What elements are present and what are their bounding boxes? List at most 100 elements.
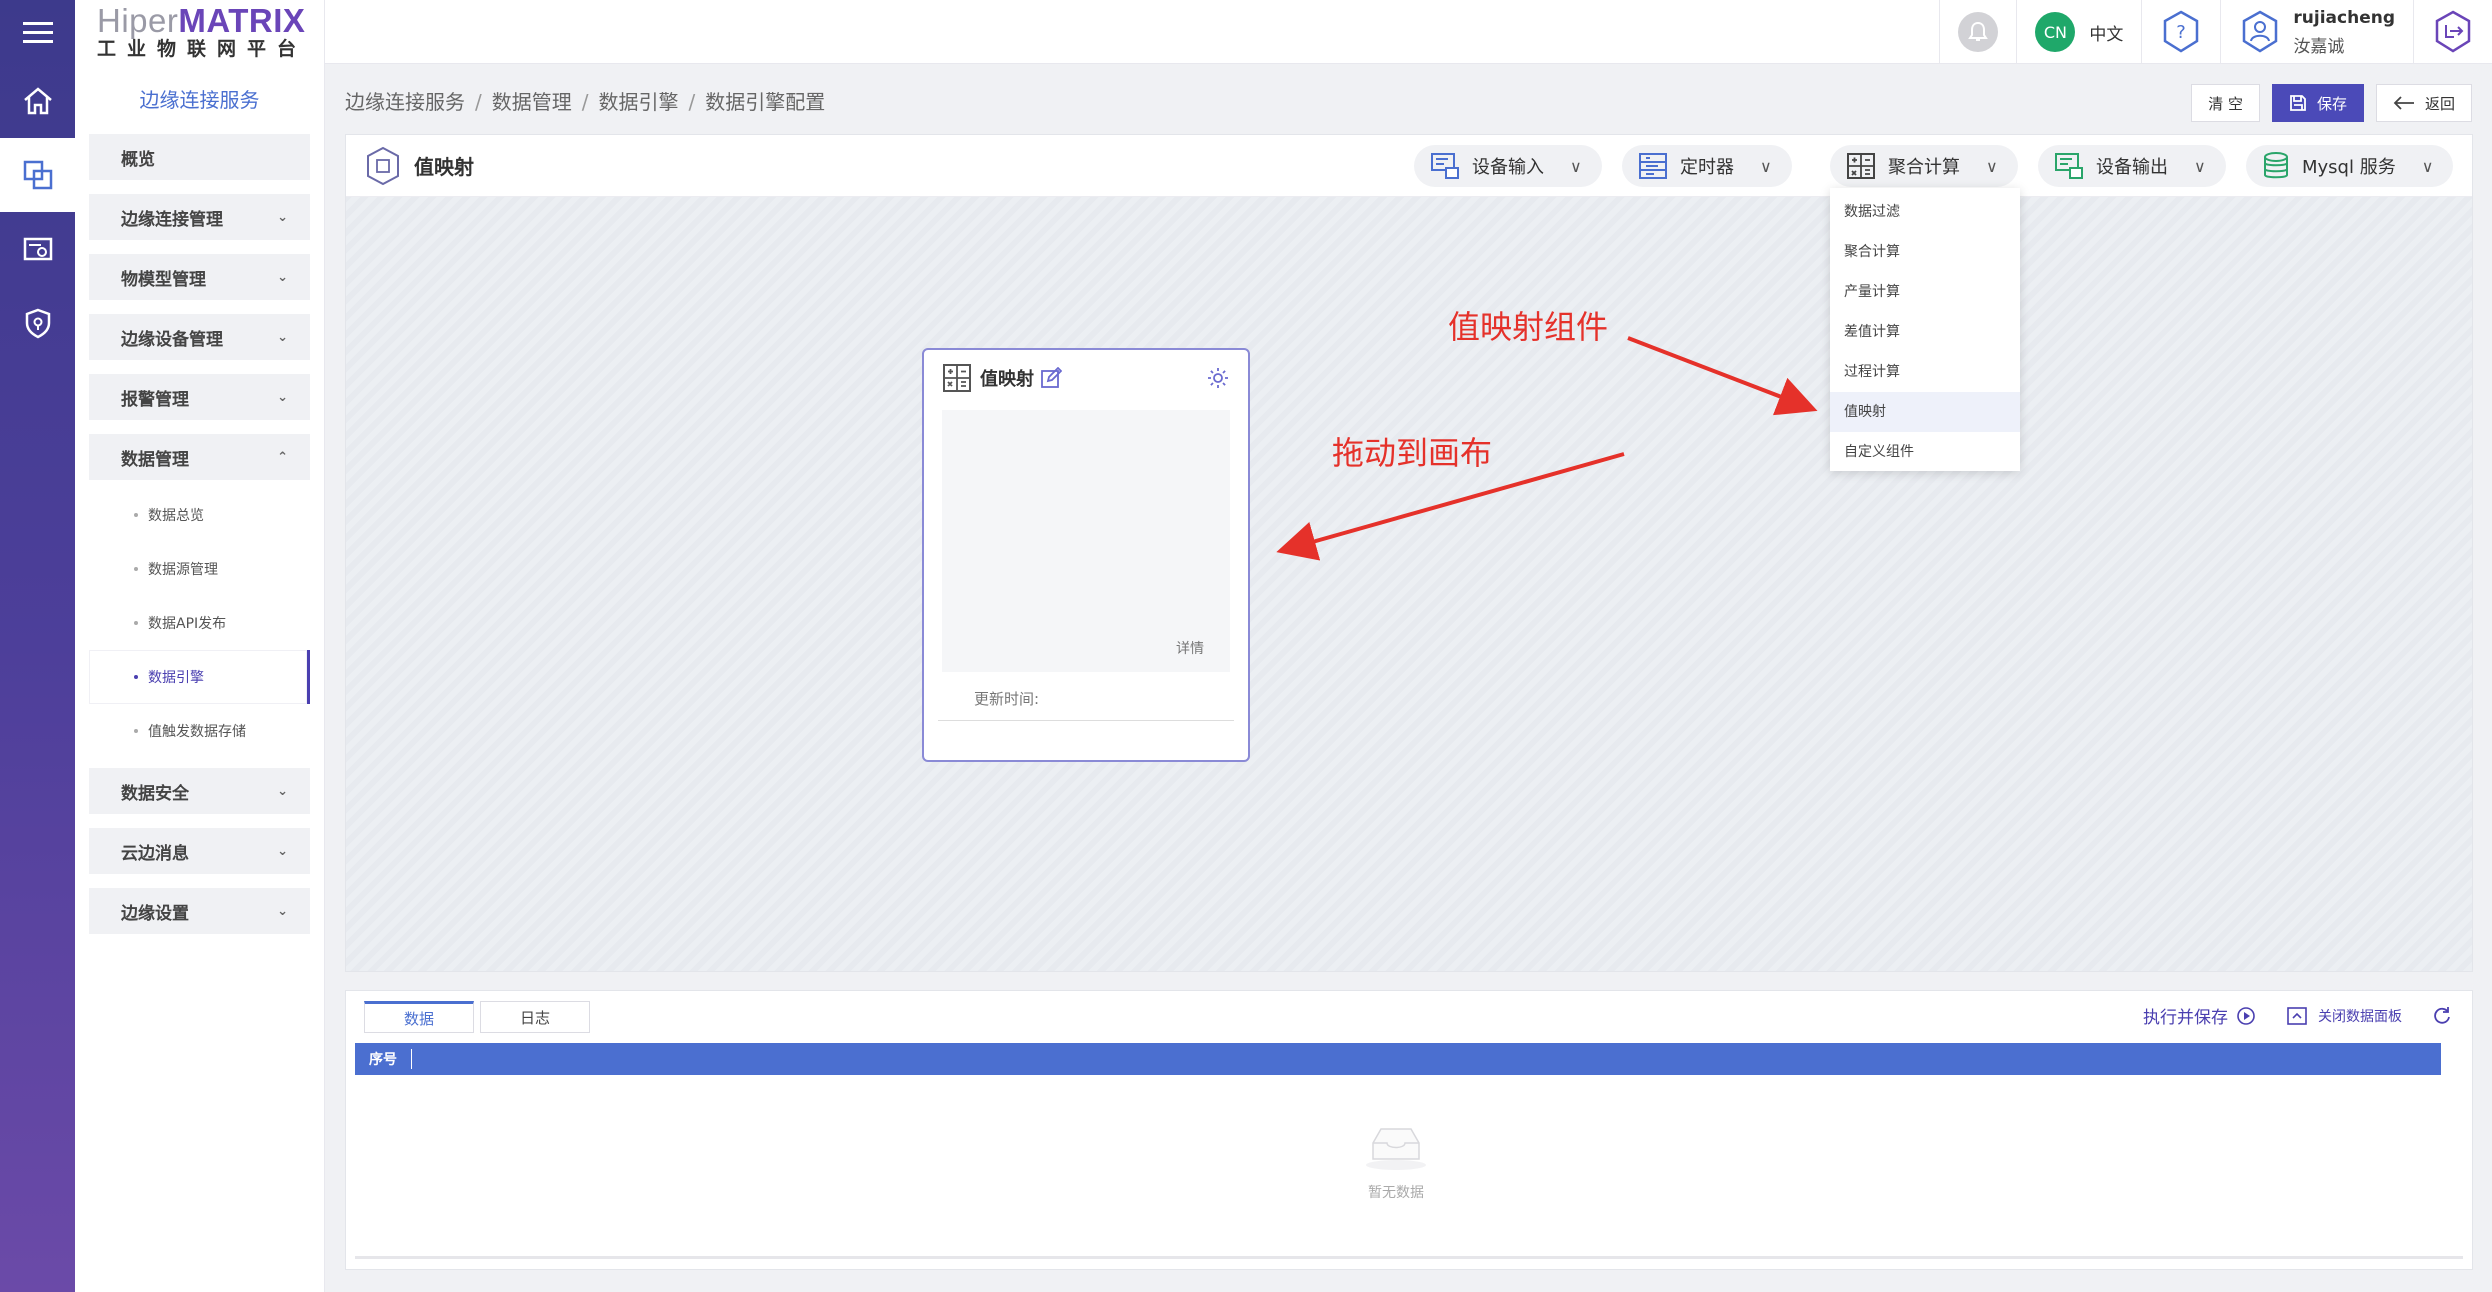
app-rail	[0, 0, 75, 1292]
chevron-down-icon: ⌄	[277, 843, 288, 859]
node-title: 值映射	[980, 369, 1034, 390]
collapse-icon	[2287, 1006, 2307, 1025]
clear-button[interactable]: 清 空	[2191, 84, 2260, 122]
tool-timer[interactable]: 定时器 ∨	[1622, 145, 1792, 187]
monitor-icon[interactable]	[0, 212, 75, 286]
user-cell[interactable]: rujiacheng 汝嘉诚	[2220, 0, 2413, 64]
menu-item-diff-calc[interactable]: 差值计算	[1830, 312, 2020, 352]
save-button[interactable]: 保存	[2271, 84, 2364, 122]
subnav-data-overview[interactable]: 数据总览	[89, 488, 310, 542]
notification-cell[interactable]	[1939, 0, 2016, 64]
lang-label: 中文	[2089, 24, 2124, 45]
calculator-icon	[943, 364, 971, 392]
bell-icon[interactable]	[1958, 12, 1999, 52]
nav-data-management[interactable]: 数据管理 ⌃	[89, 434, 310, 480]
database-icon	[2264, 152, 2288, 179]
brand-part1: Hiper	[97, 2, 179, 39]
tool-label: 聚合计算	[1888, 157, 1960, 178]
chevron-down-icon: ⌄	[277, 783, 288, 799]
language-switch[interactable]: CN 中文	[2016, 0, 2141, 64]
subnav-data-engine[interactable]: 数据引擎	[89, 650, 310, 704]
column-header-index: 序号	[355, 1049, 412, 1069]
node-preview-area: 详情	[942, 410, 1230, 672]
table-header: 序号	[355, 1043, 2441, 1075]
empty-state: 暂无数据	[1346, 1121, 1446, 1202]
tool-device-output[interactable]: 设备输出 ∨	[2038, 145, 2226, 187]
refresh-icon[interactable]	[2432, 1006, 2452, 1026]
nav-label: 边缘设备管理	[121, 329, 223, 350]
breadcrumb-item[interactable]: 数据管理	[492, 90, 572, 114]
page-actions: 清 空 保存 返回	[2191, 84, 2472, 122]
nav-label: 数据管理	[121, 449, 189, 470]
logout-icon[interactable]	[2432, 9, 2474, 55]
gear-icon[interactable]	[1206, 366, 1230, 390]
tab-log[interactable]: 日志	[480, 1001, 590, 1033]
bullet-icon	[134, 513, 138, 517]
logout-cell[interactable]	[2413, 0, 2492, 64]
calculator-icon	[1847, 153, 1875, 179]
help-icon[interactable]: ?	[2160, 9, 2202, 55]
chevron-down-icon: ∨	[1570, 156, 1582, 176]
horizontal-scrollbar[interactable]	[355, 1256, 2463, 1259]
menu-icon[interactable]	[0, 0, 75, 64]
menu-item-process-calc[interactable]: 过程计算	[1830, 352, 2020, 392]
chevron-up-icon: ⌃	[277, 449, 288, 465]
tool-aggregate[interactable]: 聚合计算 ∨	[1830, 145, 2018, 187]
chevron-down-icon: ⌄	[277, 903, 288, 919]
bullet-icon	[134, 675, 138, 679]
tool-mysql[interactable]: Mysql 服务 ∨	[2246, 145, 2454, 187]
nav-cloud-edge-msg[interactable]: 云边消息 ⌄	[89, 828, 310, 874]
menu-item-custom[interactable]: 自定义组件	[1830, 432, 2020, 472]
menu-item-aggregate[interactable]: 聚合计算	[1830, 232, 2020, 272]
brand-logo: HiperMATRIX 工业物联网平台	[75, 0, 324, 64]
nav-edge-settings[interactable]: 边缘设置 ⌄	[89, 888, 310, 934]
tab-data[interactable]: 数据	[364, 1001, 474, 1033]
divider	[938, 720, 1234, 721]
nav-overview[interactable]: 概览	[89, 134, 310, 180]
bullet-icon	[134, 729, 138, 733]
user-info: rujiacheng 汝嘉诚	[2293, 8, 2395, 57]
value-mapping-node[interactable]: 值映射 详情 更新时间:	[922, 348, 1250, 762]
help-cell[interactable]: ?	[2141, 0, 2220, 64]
breadcrumb-item[interactable]: 边缘连接服务	[345, 90, 465, 114]
subnav-data-source[interactable]: 数据源管理	[89, 542, 310, 596]
chevron-down-icon: ∨	[2194, 156, 2206, 176]
nav-label: 概览	[121, 149, 155, 170]
nav-edge-connection[interactable]: 边缘连接管理 ⌄	[89, 194, 310, 240]
breadcrumb-sep: /	[475, 90, 482, 114]
save-icon	[2290, 95, 2306, 111]
security-shield-icon[interactable]	[0, 286, 75, 360]
nav-label: 物模型管理	[121, 269, 206, 290]
tool-label: Mysql 服务	[2302, 157, 2396, 178]
back-button[interactable]: 返回	[2375, 84, 2472, 122]
device-output-icon	[2055, 153, 2083, 179]
data-panel-tabs: 数据 日志	[364, 1001, 596, 1033]
tool-device-input[interactable]: 设备输入 ∨	[1414, 145, 1602, 187]
nav-edge-device[interactable]: 边缘设备管理 ⌄	[89, 314, 310, 360]
menu-item-output-calc[interactable]: 产量计算	[1830, 272, 2020, 312]
breadcrumb-item[interactable]: 数据引擎	[599, 90, 679, 114]
menu-item-data-filter[interactable]: 数据过滤	[1830, 192, 2020, 232]
user-avatar-icon	[2243, 10, 2278, 53]
nav-thing-model[interactable]: 物模型管理 ⌄	[89, 254, 310, 300]
home-icon[interactable]	[0, 64, 75, 138]
empty-inbox-icon	[1366, 1128, 1426, 1170]
back-label: 返回	[2424, 94, 2455, 113]
clear-label: 清 空	[2208, 94, 2243, 113]
run-save-button[interactable]: 执行并保存	[2143, 1003, 2256, 1028]
nav-alarm[interactable]: 报警管理 ⌄	[89, 374, 310, 420]
close-panel-button[interactable]: 关闭数据面板	[2286, 1006, 2402, 1026]
subnav-trigger-storage[interactable]: 值触发数据存储	[89, 704, 310, 758]
arrow-left-icon	[2393, 96, 2414, 110]
subnav-data-api[interactable]: 数据API发布	[89, 596, 310, 650]
subnav-label: 数据源管理	[148, 562, 218, 578]
breadcrumb-item: 数据引擎配置	[705, 90, 826, 114]
menu-item-value-mapping[interactable]: 值映射	[1830, 392, 2020, 432]
flow-canvas[interactable]: 值映射 设备输入 ∨ 定时器 ∨ 聚合计算 ∨ 设备输出 ∨ Mysql 服务 ∨	[345, 134, 2473, 972]
subnav-label: 数据总览	[148, 508, 204, 524]
nav-data-security[interactable]: 数据安全 ⌄	[89, 768, 310, 814]
edit-icon[interactable]	[1040, 367, 1062, 389]
sidebar-nav: 概览 边缘连接管理 ⌄ 物模型管理 ⌄ 边缘设备管理 ⌄ 报警管理 ⌄ 数据管理 ⌃ 数据…	[75, 134, 324, 934]
node-detail-link[interactable]: 详情	[1176, 638, 1204, 658]
edge-service-icon[interactable]	[0, 138, 75, 212]
